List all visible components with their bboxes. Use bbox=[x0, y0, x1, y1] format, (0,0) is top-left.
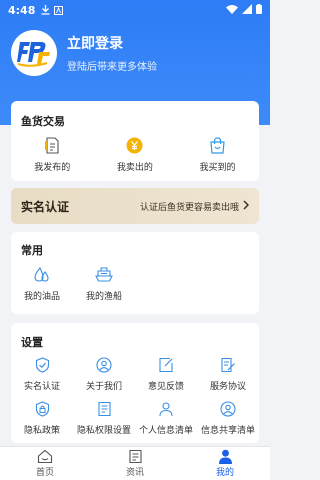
personal-info-list-label: 个人信息清单 bbox=[138, 426, 193, 436]
privacy-policy-label: 隐私政策 bbox=[23, 426, 60, 436]
doc-icon bbox=[45, 137, 59, 154]
tab-news-label: 资讯 bbox=[125, 468, 144, 478]
service-agreement-label: 服务协议 bbox=[209, 382, 246, 392]
wifi-icon bbox=[226, 4, 238, 17]
tab-home-label: 首页 bbox=[35, 468, 54, 478]
status-bar: 4:48 bbox=[0, 0, 270, 20]
auth-banner-hint: 认证后鱼货更容易卖出哦 bbox=[139, 202, 239, 213]
tab-home[interactable]: 首页 bbox=[0, 447, 90, 480]
my-published-button[interactable]: 我发布的 bbox=[11, 137, 94, 173]
avatar[interactable] bbox=[11, 30, 57, 76]
settings-real-name-auth-label: 实名认证 bbox=[23, 382, 60, 392]
privacy-policy-button[interactable]: 隐私政策 bbox=[11, 401, 73, 436]
download-icon bbox=[41, 5, 50, 15]
signal-icon bbox=[242, 3, 252, 17]
chevron-right-icon bbox=[243, 199, 250, 213]
about-us-label: 关于我们 bbox=[85, 382, 122, 392]
news-icon bbox=[128, 449, 142, 464]
battery-icon bbox=[256, 3, 262, 17]
app-logo-icon bbox=[17, 42, 50, 67]
my-boat-label: 我的渔船 bbox=[85, 292, 122, 302]
person-list-icon bbox=[159, 402, 173, 417]
edit-icon bbox=[159, 357, 173, 373]
oil-drop-icon bbox=[34, 267, 49, 282]
common-card: 常用 我的油品 我的渔船 bbox=[11, 232, 259, 314]
fish-trade-card: 鱼货交易 我发布的 我卖出的 我买到的 bbox=[11, 101, 259, 181]
boat-icon bbox=[95, 267, 113, 282]
lock-icon bbox=[35, 401, 49, 417]
status-time: 4:48 bbox=[8, 3, 36, 17]
my-bought-button[interactable]: 我买到的 bbox=[176, 137, 259, 173]
service-agreement-button[interactable]: 服务协议 bbox=[197, 357, 259, 392]
auth-banner-title: 实名认证 bbox=[21, 199, 70, 214]
my-sold-button[interactable]: 我卖出的 bbox=[94, 137, 177, 173]
profile-icon bbox=[218, 449, 232, 464]
my-published-label: 我发布的 bbox=[34, 163, 71, 173]
settings-doc-icon bbox=[97, 401, 111, 417]
login-profile[interactable]: 立即登录 登陆后带来更多体验 bbox=[11, 30, 157, 76]
about-us-button[interactable]: 关于我们 bbox=[73, 357, 135, 392]
user-circle-icon bbox=[96, 357, 112, 373]
my-boat-button[interactable]: 我的渔船 bbox=[73, 266, 135, 302]
agreement-icon bbox=[221, 357, 235, 373]
coin-icon bbox=[126, 137, 143, 154]
tab-mine[interactable]: 我的 bbox=[180, 447, 270, 480]
feedback-label: 意见反馈 bbox=[147, 382, 184, 392]
shield-check-icon bbox=[35, 357, 49, 373]
common-title: 常用 bbox=[21, 244, 43, 257]
tab-news[interactable]: 资讯 bbox=[90, 447, 180, 480]
fish-trade-title: 鱼货交易 bbox=[21, 115, 65, 128]
feedback-button[interactable]: 意见反馈 bbox=[135, 357, 197, 392]
login-title[interactable]: 立即登录 bbox=[67, 34, 157, 54]
info-share-list-label: 信息共享清单 bbox=[200, 426, 255, 436]
real-name-auth-banner[interactable]: 实名认证 认证后鱼货更容易卖出哦 bbox=[11, 188, 259, 224]
home-icon bbox=[37, 449, 53, 464]
privacy-permission-button[interactable]: 隐私权限设置 bbox=[73, 401, 135, 436]
bottom-tab-bar: 首页 资讯 我的 bbox=[0, 446, 270, 480]
shopping-bag-icon bbox=[210, 137, 225, 154]
privacy-permission-label: 隐私权限设置 bbox=[76, 426, 131, 436]
settings-title: 设置 bbox=[21, 336, 43, 349]
my-sold-label: 我卖出的 bbox=[116, 163, 153, 173]
my-oil-label: 我的油品 bbox=[23, 292, 60, 302]
personal-info-list-button[interactable]: 个人信息清单 bbox=[135, 401, 197, 436]
my-oil-button[interactable]: 我的油品 bbox=[11, 266, 73, 302]
my-bought-label: 我买到的 bbox=[199, 163, 236, 173]
settings-real-name-auth-button[interactable]: 实名认证 bbox=[11, 357, 73, 392]
login-subtitle: 登陆后带来更多体验 bbox=[67, 61, 157, 73]
settings-card: 设置 实名认证 关于我们 意见反馈 服务协议 隐私政策 隐私权限设置 个人信息清… bbox=[11, 323, 259, 443]
info-share-list-button[interactable]: 信息共享清单 bbox=[197, 401, 259, 436]
share-list-icon bbox=[220, 401, 236, 417]
notification-a-icon bbox=[54, 5, 64, 15]
tab-mine-label: 我的 bbox=[215, 468, 234, 478]
